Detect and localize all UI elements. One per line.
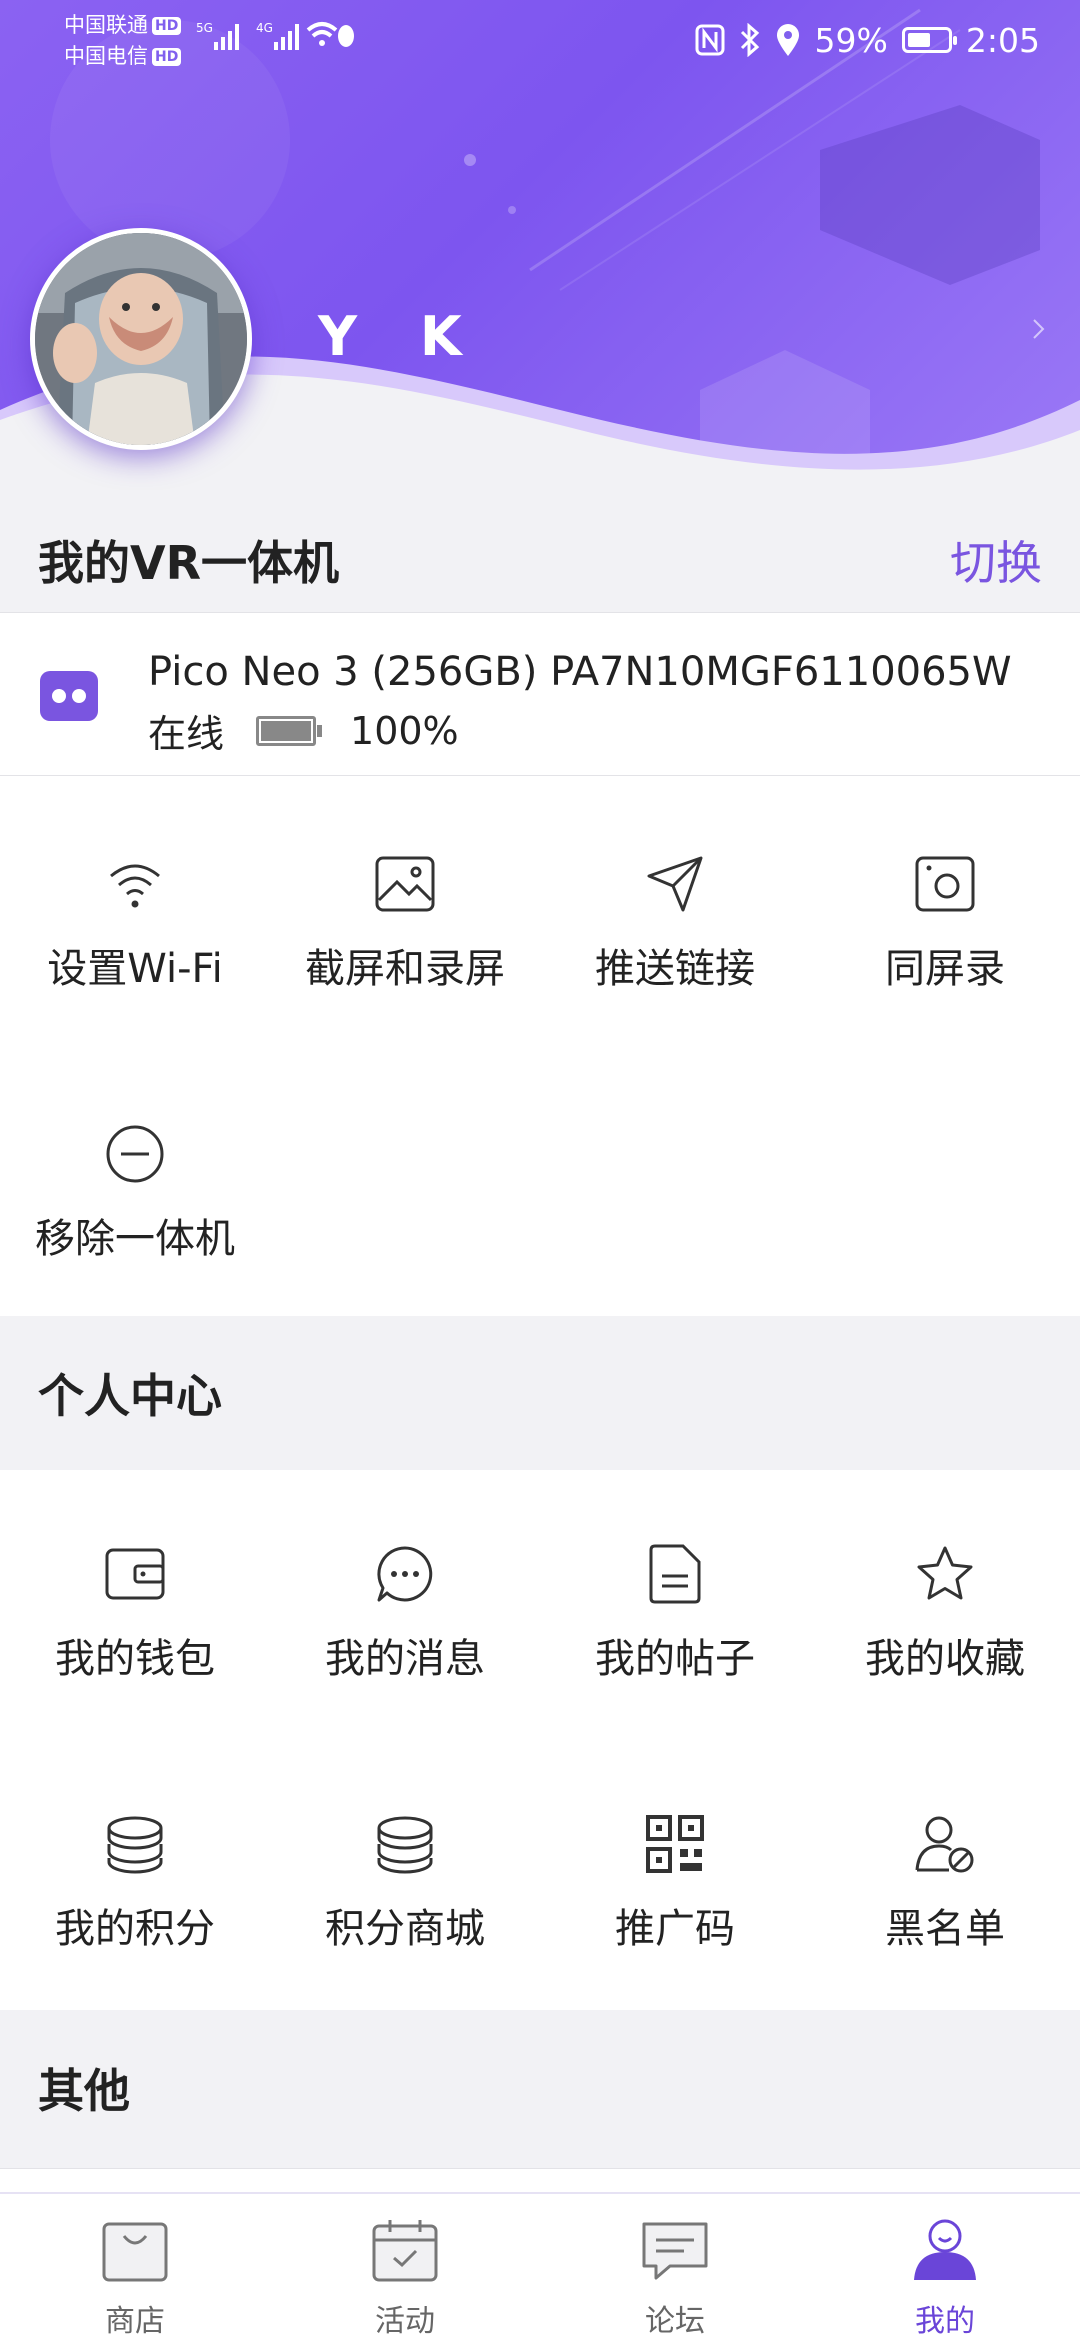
send-icon [647, 856, 703, 912]
signal-icons: 5G 4G [196, 21, 354, 50]
personal-section-header: 个人中心 [0, 1316, 1080, 1470]
shop-bag-icon [102, 2222, 168, 2282]
profile-icon [914, 2219, 976, 2280]
action-setup-wifi[interactable]: 设置Wi-Fi [0, 836, 270, 1026]
vr-section-header: 我的VR一体机 切换 [0, 510, 1080, 610]
item-label: 黑名单 [885, 1906, 1005, 1952]
item-label: 推广码 [615, 1906, 735, 1952]
bottom-nav: 商店 活动 论坛 我的 [0, 2192, 1080, 2342]
item-messages[interactable]: 我的消息 [270, 1526, 540, 1716]
nfc-icon [695, 24, 725, 56]
item-posts[interactable]: 我的帖子 [540, 1526, 810, 1716]
device-actions-panel: 设置Wi-Fi 截屏和录屏 推送链接 同屏录 移除一体机 [0, 776, 1080, 1316]
item-favorites[interactable]: 我的收藏 [810, 1526, 1080, 1716]
forum-icon [642, 2222, 708, 2280]
item-label: 我的消息 [325, 1636, 485, 1682]
location-icon [776, 24, 799, 56]
item-label: 我的积分 [55, 1906, 215, 1952]
action-push-link[interactable]: 推送链接 [540, 836, 810, 1026]
status-right: 59% 2:05 [695, 16, 1040, 64]
other-section-top [0, 2168, 1080, 2193]
item-points-store[interactable]: 积分商城 [270, 1796, 540, 1986]
nav-label: 论坛 [645, 2304, 705, 2339]
message-icon [377, 1546, 433, 1602]
wallet-icon [105, 1548, 165, 1600]
battery-percent: 59% [814, 20, 888, 60]
item-blacklist[interactable]: 黑名单 [810, 1796, 1080, 1986]
document-icon [649, 1544, 701, 1604]
bluetooth-icon [740, 23, 759, 57]
item-wallet[interactable]: 我的钱包 [0, 1526, 270, 1716]
device-name: Pico Neo 3 (256GB) PA7N10MGF6110065W [148, 649, 1012, 695]
personal-center-panel: 我的钱包 我的消息 我的帖子 我的收藏 我的积分 积分商城 推广码 黑名单 [0, 1470, 1080, 2010]
nav-forum[interactable]: 论坛 [540, 2194, 810, 2342]
remove-icon [106, 1125, 164, 1183]
switch-device-button[interactable]: 切换 [950, 527, 1042, 593]
nav-label: 活动 [375, 2304, 435, 2339]
item-points[interactable]: 我的积分 [0, 1796, 270, 1986]
carrier-1: 中国联通 [64, 13, 148, 37]
item-label: 我的帖子 [595, 1636, 755, 1682]
avatar[interactable] [30, 228, 252, 450]
battery-icon [901, 27, 957, 53]
hd-badge: HD [152, 17, 182, 35]
profile-header: 中国联通 HD 中国电信 HD 5G 4G 59% 2:05 Y K [0, 0, 1080, 490]
baby-photo-avatar [35, 233, 247, 445]
device-online-status: 在线 [148, 712, 225, 756]
username[interactable]: Y K [318, 305, 484, 368]
action-screen-record[interactable]: 同屏录 [810, 836, 1080, 1026]
star-icon [917, 1546, 973, 1600]
status-bar: 中国联通 HD 中国电信 HD 5G 4G 59% 2:05 [0, 0, 1080, 80]
calendar-icon [372, 2220, 438, 2282]
vr-headset-icon [40, 671, 98, 721]
image-icon [375, 856, 435, 912]
action-label: 移除一体机 [35, 1216, 235, 1262]
action-remove-device[interactable]: 移除一体机 [0, 1106, 270, 1296]
item-label: 积分商城 [325, 1906, 485, 1952]
action-label: 同屏录 [885, 946, 1005, 992]
camera-icon [915, 856, 975, 912]
carrier-info: 中国联通 HD 中国电信 HD [64, 10, 182, 72]
device-battery-percent: 100% [350, 708, 459, 753]
item-promo-code[interactable]: 推广码 [540, 1796, 810, 1986]
device-card[interactable]: Pico Neo 3 (256GB) PA7N10MGF6110065W 在线 … [0, 612, 1080, 776]
item-label: 我的收藏 [865, 1636, 1025, 1682]
carrier-2: 中国电信 [64, 44, 148, 68]
nav-label: 商店 [105, 2304, 165, 2339]
nav-label: 我的 [915, 2304, 975, 2339]
hd-badge: HD [152, 48, 182, 66]
action-label: 推送链接 [595, 946, 755, 992]
action-screenshot-record[interactable]: 截屏和录屏 [270, 836, 540, 1026]
nav-shop[interactable]: 商店 [0, 2194, 270, 2342]
clock: 2:05 [965, 20, 1040, 60]
nav-profile[interactable]: 我的 [810, 2194, 1080, 2342]
qr-code-icon [646, 1815, 704, 1873]
coins-icon [107, 1816, 163, 1874]
chevron-right-icon[interactable] [1032, 318, 1046, 340]
other-section-header: 其他 [0, 2010, 1080, 2166]
nav-activity[interactable]: 活动 [270, 2194, 540, 2342]
wifi-icon [110, 864, 160, 908]
item-label: 我的钱包 [55, 1636, 215, 1682]
action-label: 设置Wi-Fi [47, 946, 223, 992]
personal-section-title: 个人中心 [38, 1369, 222, 1423]
other-section-title: 其他 [38, 2064, 130, 2118]
coins-store-icon [377, 1816, 433, 1874]
device-status-row: 在线 100% [148, 703, 459, 758]
action-label: 截屏和录屏 [305, 946, 505, 992]
blocked-user-icon [915, 1816, 974, 1873]
vr-section-title: 我的VR一体机 [38, 536, 340, 590]
device-battery-icon [256, 715, 323, 746]
svg-text:4G: 4G [256, 21, 273, 35]
svg-text:5G: 5G [196, 21, 213, 35]
